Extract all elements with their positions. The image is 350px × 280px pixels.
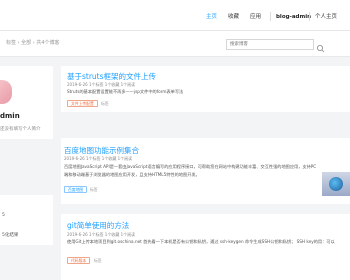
post-tag[interactable]: 代码版本 [67, 257, 91, 264]
post-desc: Struts的基本配置设置能不再多——jsp文件中的form表单写法 [67, 89, 184, 94]
nav-user[interactable]: blog-admin [276, 11, 311, 23]
post-thumbnail[interactable] [322, 172, 350, 196]
nav-apps[interactable]: 应用 [250, 11, 261, 23]
nav-archive[interactable]: 收藏 [228, 11, 239, 23]
profile-desc: 还没有填写个人简介 [0, 127, 41, 132]
breadcrumb: 标签 › 全部 › 共4个博客 [6, 40, 60, 46]
post-tag[interactable]: 标签 [101, 101, 109, 108]
search-input[interactable] [226, 39, 314, 50]
search-icon[interactable] [315, 39, 326, 53]
top-navbar: 主页 收藏 应用 blog-admin 个人主页 [0, 0, 350, 31]
post-title[interactable]: 百度地图功能示例集合 [64, 145, 139, 156]
post-meta: 2019-6-26 1个标签 1个收藏 1个阅读 [64, 156, 133, 161]
post-desc: 百度地图JavaScript API是一套由JavaScript语言编写的应用程… [64, 164, 317, 177]
stats-label-2: 5化结果 [2, 233, 19, 238]
earth-image [329, 177, 343, 191]
post-title[interactable]: 基于struts框架的文件上传 [67, 71, 156, 82]
profile-name[interactable]: dmin [0, 112, 20, 120]
post-tag[interactable]: 文件上传配置 [67, 100, 98, 107]
nav-divider [270, 12, 271, 21]
stats-label-1: 5 [2, 213, 5, 218]
nav-home[interactable]: 主页 [206, 11, 217, 23]
post-title[interactable]: git简单使用的方法 [67, 220, 129, 231]
nav-divider [309, 12, 310, 21]
post-tag[interactable]: 标签 [90, 187, 98, 194]
post-tag[interactable]: 百度地图 [64, 186, 88, 193]
nav-profile-center[interactable]: 个人主页 [315, 11, 337, 23]
sub-header: 标签 › 全部 › 共4个博客 [0, 31, 350, 57]
post-tag[interactable]: 标签 [94, 258, 102, 265]
post-desc: 使用Git上传本地项目到git.oschina.net 首先看一下本机是否有公钥… [67, 239, 335, 244]
